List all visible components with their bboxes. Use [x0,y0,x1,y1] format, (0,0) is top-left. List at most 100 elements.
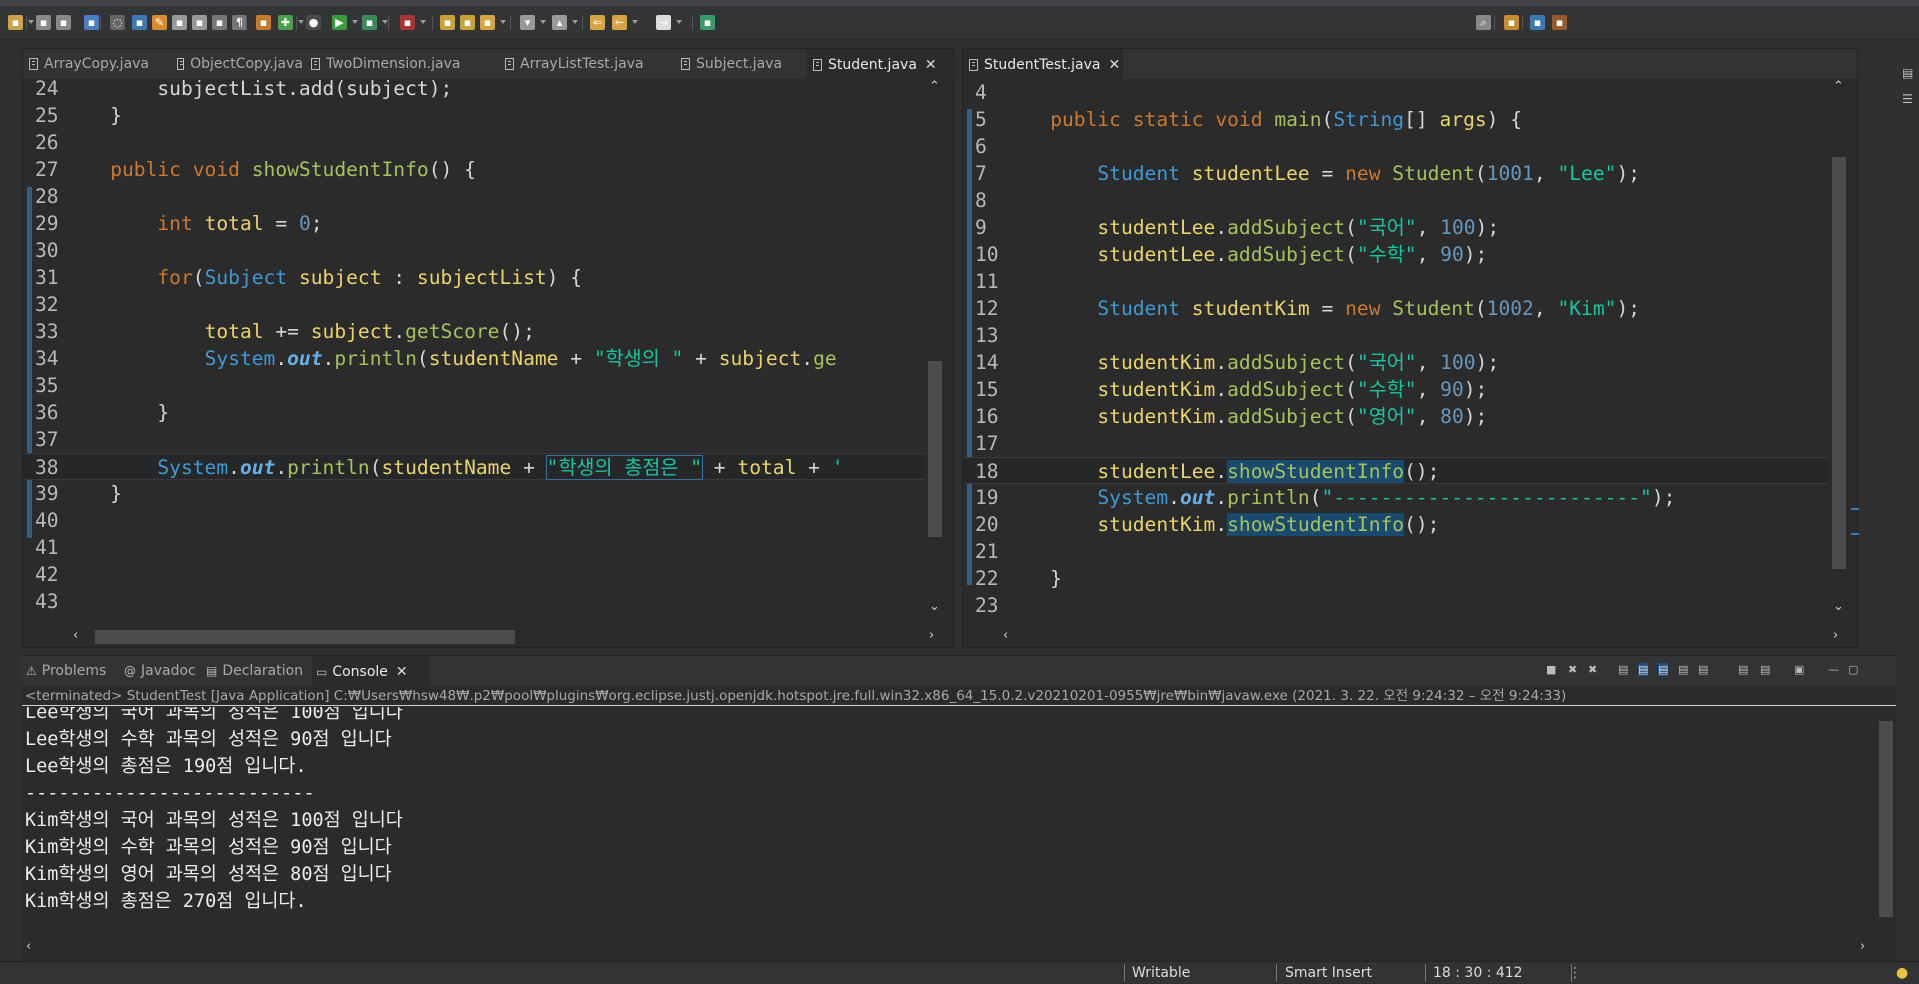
scroll-thumb[interactable] [1832,157,1846,569]
cursor-position[interactable]: 18 : 30 : 412 [1433,962,1523,984]
open-perspective-icon[interactable]: ▪ [1504,15,1519,30]
show-on-output-icon[interactable]: ▤ [1698,663,1708,676]
last-edit-icon[interactable]: ⇐ [590,15,605,30]
forward-icon[interactable]: → [656,15,671,30]
debug-icon[interactable]: ● [306,15,321,30]
close-icon[interactable]: ✕ [396,657,408,687]
code-token: . [1215,513,1228,536]
tab-objectcopy[interactable]: ObjectCopy.java [171,49,303,79]
dropdown-chevron-icon[interactable] [500,20,506,24]
new-console-icon[interactable]: ▣ [1794,663,1804,676]
java-ee-icon[interactable]: ▪ [1530,15,1545,30]
scroll-up-icon[interactable]: ⌃ [1833,79,1844,94]
search-icon[interactable]: ▪ [480,15,495,30]
task-list-icon[interactable]: ☰ [1902,92,1913,106]
scroll-up-icon[interactable]: ⌃ [929,79,940,94]
console-vertical-scrollbar[interactable] [1876,707,1896,931]
java-perspective-icon[interactable]: ▪ [700,15,715,30]
scroll-left-icon[interactable]: ‹ [73,628,78,643]
run-icon[interactable]: ▶ [332,15,347,30]
display-console-icon[interactable]: ▤ [1738,663,1748,676]
tab-console[interactable]: ▭ Console ✕ [312,656,430,687]
tab-student[interactable]: Student.java ✕ [807,49,955,80]
minimize-icon[interactable]: — [1828,663,1839,676]
dropdown-chevron-icon[interactable] [540,20,546,24]
save-all-icon[interactable]: ▪ [56,15,71,30]
new-icon[interactable]: ▪ [8,15,23,30]
open-folder-icon[interactable]: ▪ [440,15,455,30]
dropdown-chevron-icon[interactable] [676,20,682,24]
show-whitespace-icon[interactable]: ▪ [212,15,227,30]
dropdown-chevron-icon[interactable] [572,20,578,24]
scroll-thumb[interactable] [95,630,515,644]
close-icon[interactable]: ✕ [1108,50,1120,80]
scroll-left-icon[interactable]: ‹ [1003,628,1008,643]
insert-mode-status[interactable]: Smart Insert [1285,962,1372,984]
close-icon[interactable]: ✕ [925,50,937,80]
scroll-right-icon[interactable]: › [1860,939,1865,954]
tab-arraycopy[interactable]: ArrayCopy.java [23,49,169,79]
outline-icon[interactable]: ▤ [1902,66,1913,80]
word-wrap-icon[interactable]: ▤ [1658,663,1669,676]
scroll-down-icon[interactable]: ⌄ [1833,599,1844,614]
scroll-right-icon[interactable]: › [1833,628,1838,643]
tab-twodimension[interactable]: TwoDimension.java [305,49,497,79]
pilcrow-icon[interactable]: ¶ [232,15,247,30]
new-package-icon[interactable]: ✚ [278,15,293,30]
toggle-mark-occurrences-icon[interactable]: ✎ [152,15,167,30]
dropdown-chevron-icon[interactable] [298,20,304,24]
maximize-icon[interactable]: ▢ [1848,663,1858,676]
vertical-scrollbar[interactable]: ⌃ ⌄ [1829,79,1849,622]
tab-declaration[interactable]: ▤ Declaration [202,656,310,686]
code-area[interactable]: 45 public static void main(String[] args… [963,79,1829,614]
tab-subject[interactable]: Subject.java [675,49,805,79]
tab-javadoc[interactable]: @ Javadoc [120,656,200,686]
scroll-thumb[interactable] [928,361,942,537]
skip-breakpoints-icon[interactable]: ◌ [110,15,125,30]
scroll-lock-icon[interactable]: ▤ [1638,663,1649,676]
tab-problems[interactable]: ⚠ Problems [22,656,118,686]
tab-arraylisttest[interactable]: ArrayListTest.java [499,49,673,79]
dropdown-chevron-icon[interactable] [632,20,638,24]
tips-icon[interactable]: ● [1896,962,1908,984]
save-icon[interactable]: ▪ [36,15,51,30]
scroll-down-icon[interactable]: ⌄ [929,599,940,614]
code-token: 1002 [1486,297,1534,320]
horizontal-scrollbar[interactable]: ‹ › [1003,627,1849,647]
dropdown-chevron-icon[interactable] [28,20,34,24]
console-output[interactable]: Lee학생의 국어 과목의 성적은 100점 입니다 Lee학생의 수학 과목의 … [22,707,1876,931]
terminate-icon[interactable]: ■ [1546,663,1556,676]
clear-console-icon[interactable]: ▤ [1618,663,1628,676]
prev-annotation-icon[interactable]: ▴ [552,15,567,30]
open-console-icon[interactable]: ▤ [1760,663,1770,676]
code-token: . [275,347,288,370]
external-tools-icon[interactable]: ▪ [400,15,415,30]
terminal-icon[interactable]: ▪ [84,15,99,30]
tab-studenttest[interactable]: StudentTest.java ✕ [963,49,1123,80]
word-wrap-icon[interactable]: ▪ [192,15,207,30]
scroll-left-icon[interactable]: ‹ [26,939,31,954]
search-toolbar-icon[interactable]: ⌕ [1476,15,1491,30]
open-type-icon[interactable]: ▪ [132,15,147,30]
code-area[interactable]: 24 subjectList.add(subject); 25 } 26 27 pub… [23,79,925,614]
dropdown-chevron-icon[interactable] [420,20,426,24]
block-selection-icon[interactable]: ▪ [172,15,187,30]
remove-launch-icon[interactable]: ✖ [1568,663,1577,676]
back-icon[interactable]: ← [612,15,627,30]
open-resource-icon[interactable]: ▪ [460,15,475,30]
line-number: 21 [975,540,999,563]
remove-all-icon[interactable]: ✖ [1588,663,1597,676]
new-java-project-icon[interactable]: ▪ [256,15,271,30]
more-icon[interactable]: ⋮ [1568,962,1582,984]
coverage-icon[interactable]: ▪ [362,15,377,30]
vertical-scrollbar[interactable]: ⌃ ⌄ [925,79,945,622]
pin-console-icon[interactable]: ▤ [1678,663,1688,676]
dropdown-chevron-icon[interactable] [352,20,358,24]
scroll-right-icon[interactable]: › [929,628,934,643]
scroll-thumb[interactable] [1879,721,1893,917]
next-annotation-icon[interactable]: ▾ [520,15,535,30]
console-horizontal-scrollbar[interactable]: ‹ › [22,938,1876,958]
debug-perspective-icon[interactable]: ▪ [1552,15,1567,30]
horizontal-scrollbar[interactable]: ‹ › [67,627,945,647]
